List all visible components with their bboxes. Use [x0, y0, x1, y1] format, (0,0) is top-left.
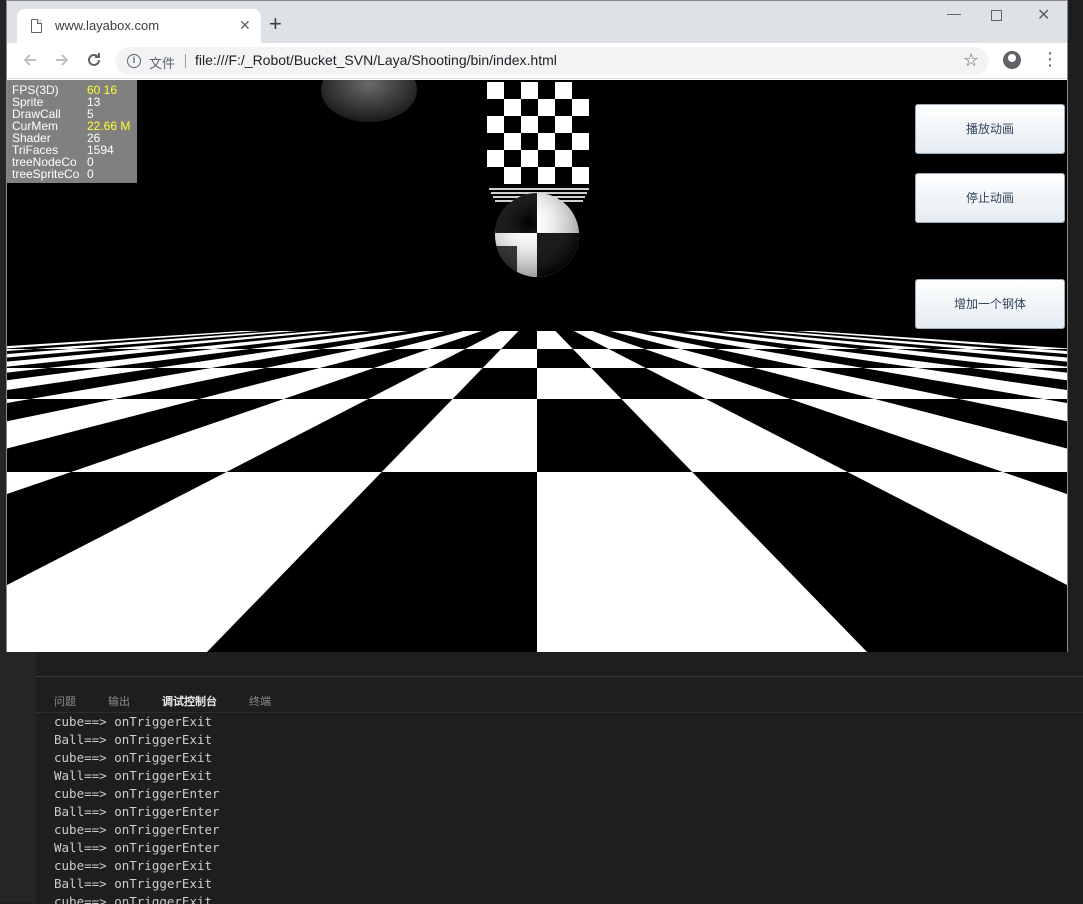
url-text[interactable]: file:///F:/_Robot/Bucket_SVN/Laya/Shooti…: [195, 52, 557, 68]
menu-dots-icon[interactable]: ⋮: [1041, 49, 1059, 69]
security-label: 文件: [149, 57, 176, 72]
tab-problems[interactable]: 问题: [54, 693, 76, 713]
stop-animation-button[interactable]: 停止动画: [915, 173, 1065, 223]
wall-tile: [487, 150, 504, 167]
wall-tile: [555, 116, 572, 133]
wall-tile: [521, 82, 538, 99]
wall-tile: [521, 116, 538, 133]
game-canvas[interactable]: FPS(3D) 60 16 Sprite 13 DrawCall 5 CurMem 22.66…: [7, 80, 1067, 652]
play-animation-button[interactable]: 播放动画: [915, 104, 1065, 154]
close-window-button[interactable]: ✕: [1037, 5, 1050, 25]
stats-panel: FPS(3D) 60 16 Sprite 13 DrawCall 5 CurMem 22.66…: [7, 80, 137, 183]
minimize-button[interactable]: —: [947, 5, 961, 21]
console-line: cube==> onTriggerExit: [54, 894, 213, 904]
console-line: Wall==> onTriggerExit: [54, 768, 213, 783]
panel-tabs: 问题 输出 调试控制台 终端: [54, 693, 303, 713]
console-line: cube==> onTriggerExit: [54, 714, 213, 729]
wall-tile: [538, 133, 555, 150]
forward-button[interactable]: [53, 51, 71, 72]
wall-tile: [487, 116, 504, 133]
wall-tile: [504, 167, 521, 184]
stat-label: treeSpriteCo: [12, 167, 80, 181]
stat-row: treeSpriteCo 0: [12, 168, 137, 180]
console-line: Wall==> onTriggerEnter: [54, 840, 220, 855]
rock-sphere: [321, 80, 417, 122]
back-button[interactable]: [21, 51, 39, 72]
add-rigidbody-button[interactable]: 增加一个钢体: [915, 279, 1065, 329]
wall-tile: [572, 133, 589, 150]
vscode-panel: 问题 输出 调试控制台 终端 cube==> onTriggerExit Ball…: [36, 676, 1083, 904]
console-line: cube==> onTriggerExit: [54, 858, 213, 873]
console-line: Ball==> onTriggerEnter: [54, 804, 220, 819]
wall-tile: [538, 99, 555, 116]
scene-3d: [7, 80, 1067, 652]
stat-value: 0: [87, 167, 94, 181]
arrow-right-icon: [56, 54, 69, 66]
info-icon[interactable]: i: [127, 54, 141, 68]
console-line: Ball==> onTriggerExit: [54, 732, 213, 747]
console-line: cube==> onTriggerEnter: [54, 786, 220, 801]
reload-button[interactable]: [85, 51, 103, 72]
browser-titlebar: www.layabox.com ✕ + — ✕: [7, 1, 1067, 43]
wall-tile: [555, 150, 572, 167]
reload-icon: [88, 53, 100, 66]
wall-tile: [521, 150, 538, 167]
tab-output[interactable]: 输出: [108, 693, 130, 713]
wall-tile: [555, 82, 572, 99]
wall-tile: [572, 167, 589, 184]
tab-debug-console[interactable]: 调试控制台: [162, 693, 217, 713]
new-tab-button[interactable]: +: [269, 13, 282, 35]
wall-tile: [504, 99, 521, 116]
page-icon: [31, 19, 42, 33]
browser-window: www.layabox.com ✕ + — ✕ i 文件 file:///F:/…: [6, 0, 1068, 652]
wall-tile: [572, 99, 589, 116]
address-divider: [185, 54, 186, 68]
wall-reflection: [489, 188, 589, 190]
tab-title: www.layabox.com: [55, 18, 160, 33]
browser-tab[interactable]: www.layabox.com ✕: [17, 9, 261, 43]
checker-wall: [487, 82, 589, 202]
close-tab-icon[interactable]: ✕: [239, 17, 251, 33]
console-line: cube==> onTriggerExit: [54, 750, 213, 765]
wall-tile: [538, 167, 555, 184]
arrow-left-icon: [23, 54, 36, 66]
star-icon[interactable]: ☆: [963, 50, 979, 71]
address-bar[interactable]: i 文件 file:///F:/_Robot/Bucket_SVN/Laya/S…: [115, 47, 989, 75]
console-line: Ball==> onTriggerExit: [54, 876, 213, 891]
account-icon[interactable]: [1003, 51, 1021, 69]
wall-tile: [487, 82, 504, 99]
tab-terminal[interactable]: 终端: [249, 693, 271, 713]
console-line: cube==> onTriggerEnter: [54, 822, 220, 837]
browser-toolbar: i 文件 file:///F:/_Robot/Bucket_SVN/Laya/S…: [7, 43, 1067, 79]
maximize-button[interactable]: [991, 10, 1002, 21]
checker-ball: [495, 193, 579, 277]
debug-console-output[interactable]: cube==> onTriggerExit Ball==> onTriggerEx…: [54, 713, 1054, 904]
wall-tile: [504, 133, 521, 150]
